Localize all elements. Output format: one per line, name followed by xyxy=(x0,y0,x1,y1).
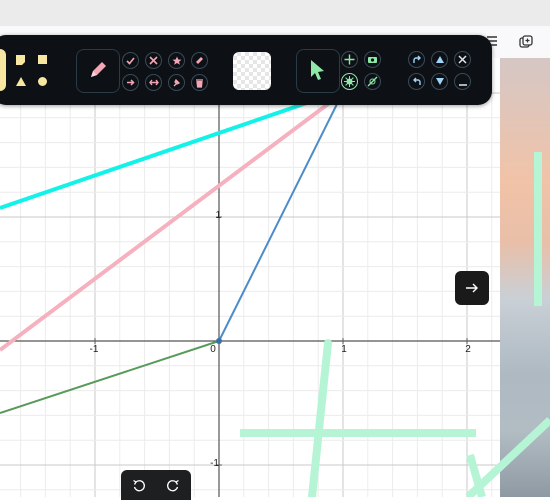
pin-icon[interactable] xyxy=(168,74,185,91)
edit-tools-group xyxy=(120,49,210,91)
triangle-icon[interactable] xyxy=(12,73,29,90)
underscore-icon[interactable] xyxy=(454,73,471,90)
slash-icon[interactable] xyxy=(364,73,381,90)
rounded-square-icon[interactable] xyxy=(12,51,29,68)
camera-icon[interactable] xyxy=(364,51,381,68)
annotation-stroke xyxy=(465,417,550,497)
close-icon[interactable] xyxy=(454,51,471,68)
arrow-right-icon[interactable] xyxy=(122,74,139,91)
cursor-icon[interactable] xyxy=(309,59,327,86)
circle-icon[interactable] xyxy=(34,73,51,90)
drawing-toolbar xyxy=(0,35,492,105)
star-icon[interactable] xyxy=(168,52,185,69)
nav-tools-group xyxy=(405,49,475,91)
trash-icon[interactable] xyxy=(191,74,208,91)
next-button[interactable] xyxy=(455,271,489,305)
burst-icon[interactable] xyxy=(341,73,358,90)
undo-icon[interactable] xyxy=(408,73,425,90)
down-icon[interactable] xyxy=(431,73,448,90)
up-icon[interactable] xyxy=(431,51,448,68)
pencil-icon[interactable] xyxy=(88,60,108,85)
x-icon[interactable] xyxy=(145,52,162,69)
move-icon[interactable] xyxy=(341,51,358,68)
redo-icon[interactable] xyxy=(408,51,425,68)
arrow-right-icon xyxy=(466,283,478,293)
shape-group xyxy=(6,49,54,91)
view-tools-group xyxy=(340,49,384,91)
select-group xyxy=(296,49,340,93)
check-icon[interactable] xyxy=(122,52,139,69)
annotation-stroke xyxy=(308,339,332,497)
undo-icon[interactable] xyxy=(132,479,146,493)
double-arrow-icon[interactable] xyxy=(145,74,162,91)
eraser-icon[interactable] xyxy=(191,52,208,69)
color-swatch[interactable] xyxy=(233,52,271,90)
undo-redo-bar xyxy=(121,470,191,500)
redo-icon[interactable] xyxy=(166,479,180,493)
square-icon[interactable] xyxy=(34,51,51,68)
pen-group xyxy=(76,49,120,93)
